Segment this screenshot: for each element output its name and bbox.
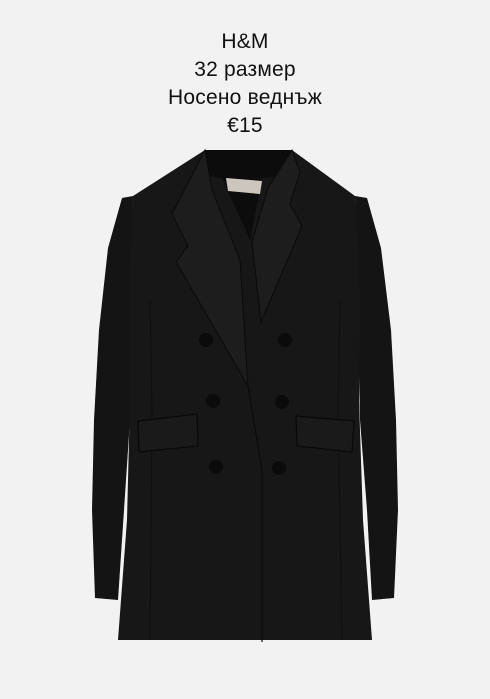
size-text: 32 размер bbox=[194, 58, 296, 81]
jacket-icon bbox=[92, 148, 398, 642]
button bbox=[199, 333, 213, 347]
button bbox=[209, 460, 223, 474]
button bbox=[206, 394, 220, 408]
listing-caption: H&M 32 размер Носено веднъж €15 bbox=[0, 28, 490, 140]
left-pocket-flap bbox=[137, 413, 199, 453]
button bbox=[275, 395, 289, 409]
right-pocket-flap bbox=[295, 415, 355, 453]
brand-text: H&M bbox=[221, 30, 269, 53]
button bbox=[272, 461, 286, 475]
button bbox=[278, 333, 292, 347]
condition-text: Носено веднъж bbox=[168, 86, 322, 109]
product-photo bbox=[92, 148, 398, 642]
